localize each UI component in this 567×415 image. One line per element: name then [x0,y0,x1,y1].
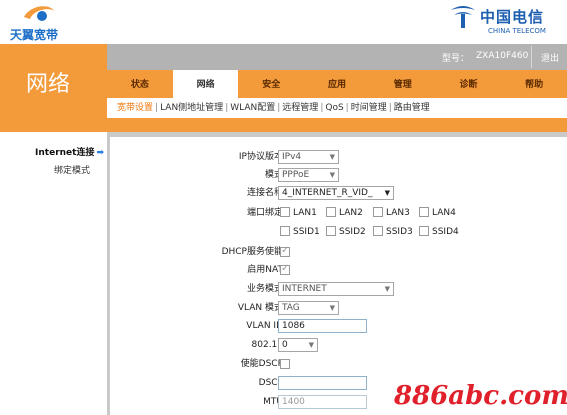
submenu-separator: | [320,103,324,113]
submenu-route[interactable]: 路由管理 [394,103,430,113]
nav-internet-connection[interactable]: Internet连接 ➡ [0,145,107,158]
row-8021p: 802.1p 0 ▼ [110,338,567,352]
submenu: 宽带设置 | LAN侧地址管理 | WLAN配置 | 远程管理 | QoS | 时间管理 | 路由管理 [107,98,567,118]
submenu-qos[interactable]: QoS [325,103,343,113]
ip-protocol-label: IP协议版本 [238,152,283,162]
lan1-checkbox[interactable]: LAN1 [280,206,317,220]
china-telecom-logo: 中国电信 CHINA TELECOM [448,2,566,42]
ip-protocol-select[interactable]: IPv4 ▼ [278,150,339,164]
vlan-mode-label: VLAN 模式 [237,303,283,313]
submenu-remote[interactable]: 远程管理 [282,103,318,113]
checkbox-icon [326,226,336,236]
tab-management[interactable]: 管理 [370,70,436,98]
tab-diagnostics[interactable]: 诊断 [436,70,502,98]
tab-status[interactable]: 状态 [107,70,173,98]
row-service-mode: 业务模式 INTERNET ▼ [110,282,567,296]
lan3-checkbox[interactable]: LAN3 [373,206,410,220]
dscp-enable-checkbox[interactable] [280,359,290,369]
ssid1-checkbox[interactable]: SSID1 [280,225,320,239]
submenu-separator: | [345,103,349,113]
tianyi-logo: 天翼宽带 [6,3,86,42]
row-vlan-id: VLAN ID 1086 [110,319,567,333]
submenu-separator: | [388,103,392,113]
row-mode: 模式 PPPoE ▼ [110,168,567,182]
lan2-checkbox[interactable]: LAN2 [326,206,363,220]
row-port-bind-ssid: SSID1 SSID2 SSID3 SSID4 [110,225,567,239]
submenu-underband [107,118,567,132]
chevron-down-icon: ▼ [329,153,335,161]
mode-select[interactable]: PPPoE ▼ [278,168,339,182]
submenu-wlan[interactable]: WLAN配置 [230,103,275,113]
submenu-separator: | [225,103,229,113]
checkbox-icon [373,207,383,217]
tab-help[interactable]: 帮助 [501,70,567,98]
row-vlan-mode: VLAN 模式 TAG ▼ [110,301,567,315]
checkbox-icon [326,207,336,217]
nav-bind-mode[interactable]: 绑定模式 [0,163,107,176]
section-title: 网络 [26,72,71,97]
ssid4-checkbox[interactable]: SSID4 [419,225,459,239]
row-port-bind-lan: 端口绑定 LAN1 LAN2 LAN3 LAN4 [110,206,567,220]
main-tabs: 状态 网络 安全 应用 管理 诊断 帮助 [107,70,567,98]
chevron-down-icon: ▼ [329,171,335,179]
left-nav: Internet连接 ➡ 绑定模式 [0,132,107,415]
checkbox-icon [419,207,429,217]
checkbox-icon [280,226,290,236]
lan4-checkbox[interactable]: LAN4 [419,206,456,220]
submenu-time[interactable]: 时间管理 [351,103,387,113]
conn-name-select[interactable]: 4_INTERNET_R_VID_ ▼ [278,186,394,200]
chevron-down-icon: ▼ [384,285,390,293]
vlan-mode-select[interactable]: TAG ▼ [278,301,339,315]
watermark: 886abc.com [394,381,567,411]
p8021-select[interactable]: 0 ▼ [278,338,318,352]
china-telecom-en: CHINA TELECOM [488,27,546,35]
tab-network[interactable]: 网络 [172,70,239,98]
row-ip-protocol: IP协议版本 IPv4 ▼ [110,150,567,164]
row-dhcp: DHCP服务使能 [110,245,567,259]
china-telecom-symbol-icon [451,6,475,28]
row-nat: 启用NAT [110,263,567,277]
chevron-down-icon: ▼ [329,304,335,312]
submenu-lan-address[interactable]: LAN侧地址管理 [160,103,223,113]
dhcp-checkbox[interactable] [280,245,290,257]
checkbox-icon [280,207,290,217]
dscp-input[interactable] [278,376,367,390]
china-telecom-cn: 中国电信 [480,8,545,26]
nav-internet-label: Internet连接 [35,148,95,158]
checkbox-icon [419,226,429,236]
vlan-id-input[interactable]: 1086 [278,319,367,333]
dhcp-label: DHCP服务使能 [221,247,283,257]
nat-label: 启用NAT [247,265,283,275]
submenu-separator: | [155,103,159,113]
row-dscp-enable: 使能DSCP [110,357,567,371]
chevron-down-icon: ▼ [308,341,314,349]
nat-checkbox[interactable] [280,263,290,275]
ssid3-checkbox[interactable]: SSID3 [373,225,413,239]
submenu-separator: | [277,103,281,113]
chevron-down-icon: ▼ [384,189,390,197]
submenu-broadband[interactable]: 宽带设置 [117,103,153,113]
tianyi-brand-text: 天翼宽带 [10,28,59,42]
dscp-enable-label: 使能DSCP [240,359,283,369]
tab-application[interactable]: 应用 [304,70,370,98]
wan-form: IP协议版本 IPv4 ▼ 模式 PPPoE ▼ 连接名称 4_INTERNET_R… [110,137,567,415]
mtu-input[interactable]: 1400 [278,395,367,409]
arrow-right-icon: ➡ [96,148,104,158]
header: 天翼宽带 中国电信 CHINA TELECOM [0,0,567,44]
model-label: 型号： [442,54,470,64]
service-mode-select[interactable]: INTERNET ▼ [278,282,394,296]
tianyi-swirl-icon [24,6,54,21]
model-divider [531,46,532,68]
ssid2-checkbox[interactable]: SSID2 [326,225,366,239]
tab-security[interactable]: 安全 [238,70,304,98]
logout-link[interactable]: 退出 [541,51,559,64]
checkbox-icon [373,226,383,236]
row-conn-name: 连接名称 4_INTERNET_R_VID_ ▼ [110,186,567,200]
port-bind-label: 端口绑定 [246,208,283,218]
model-value: ZXA10F460 [476,51,529,61]
